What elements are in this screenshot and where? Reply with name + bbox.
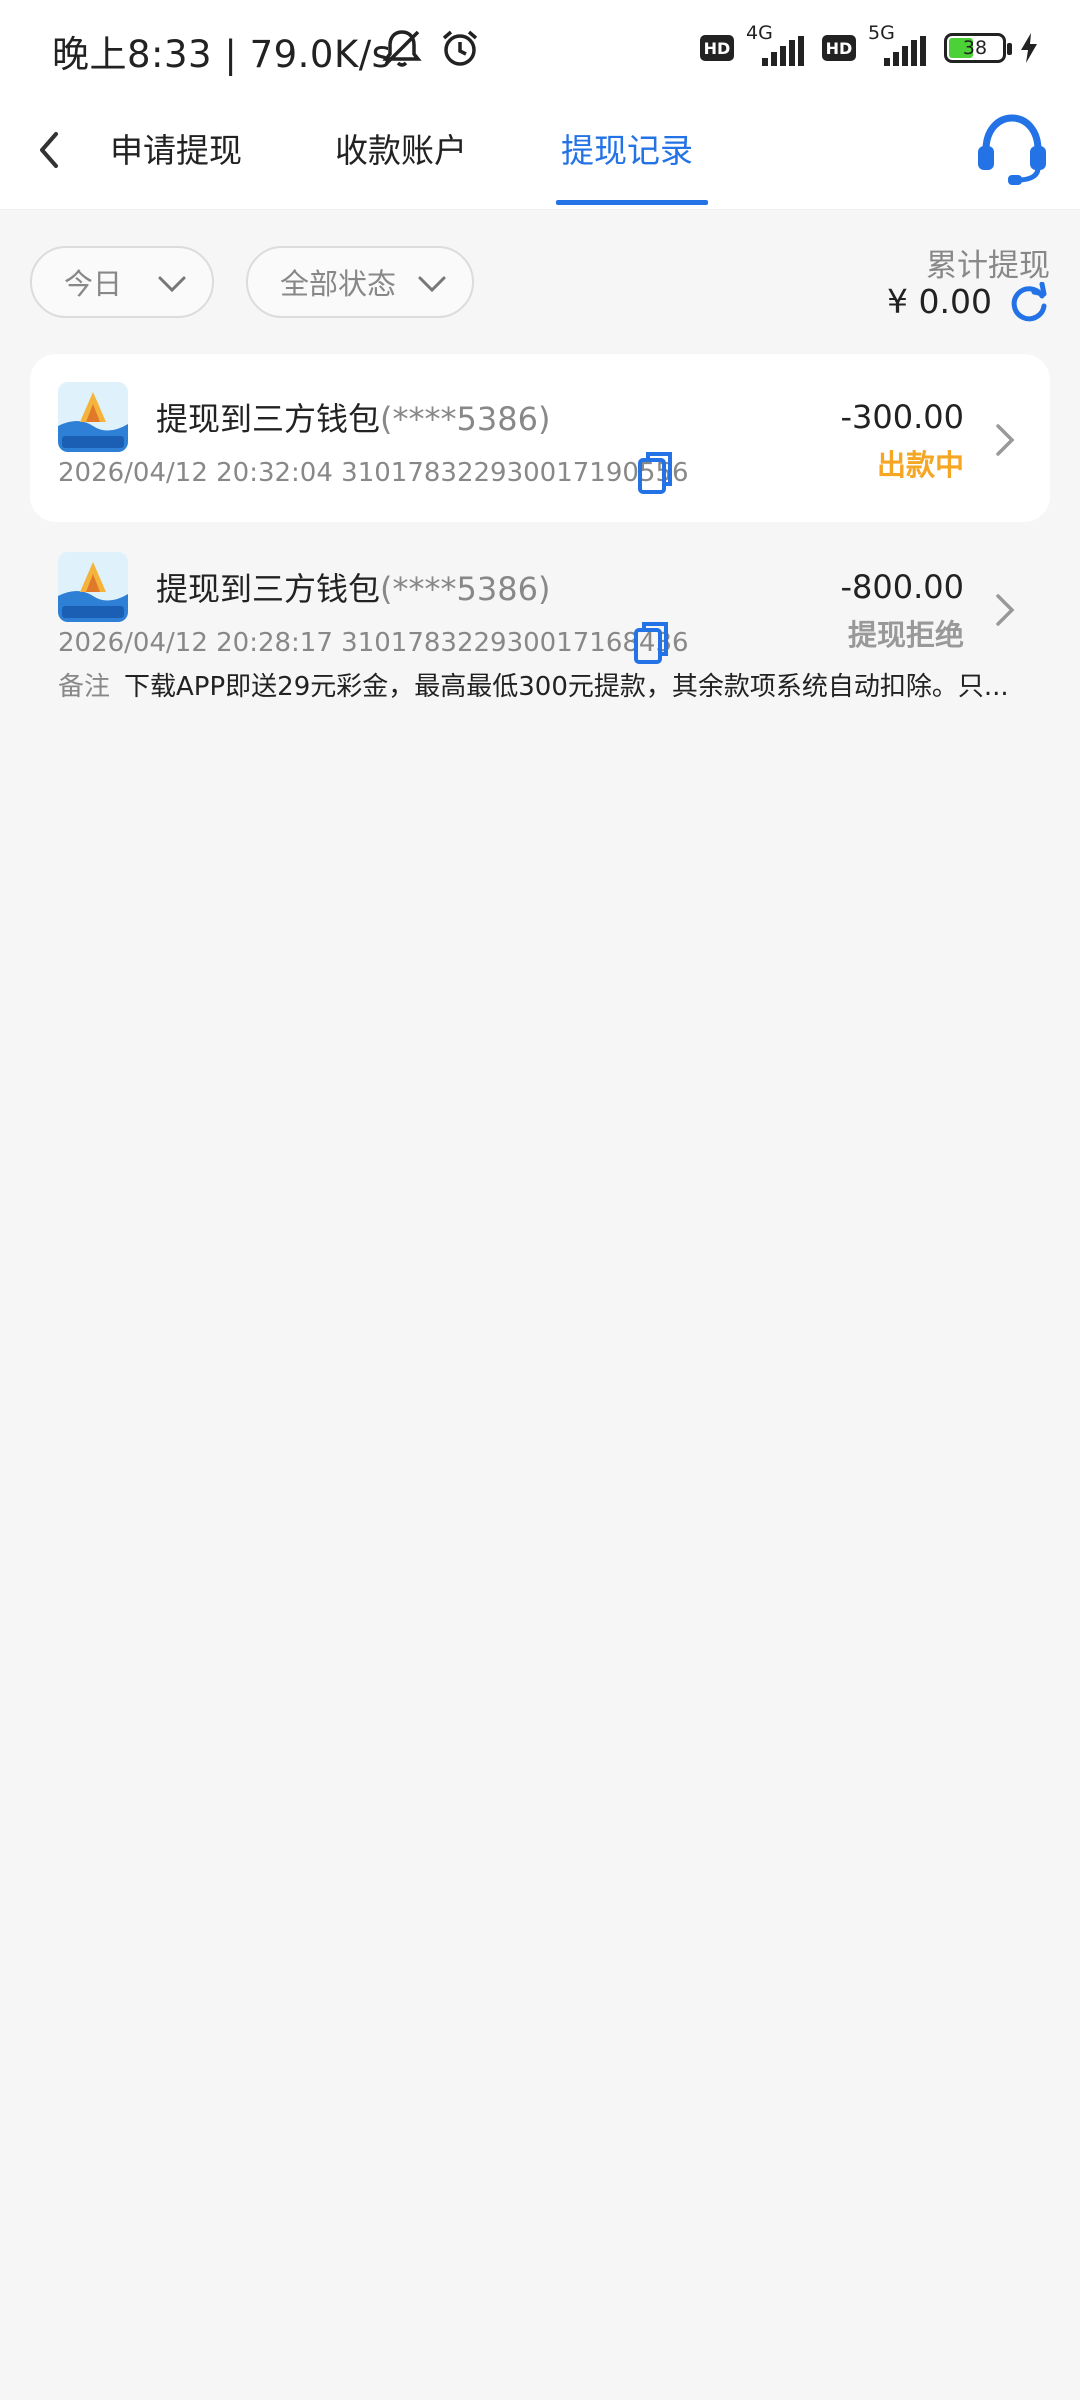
wallet-app-logo	[58, 552, 128, 622]
tab-withdraw-records[interactable]: 提现记录	[561, 124, 693, 172]
refresh-icon[interactable]	[1008, 282, 1050, 324]
chevron-right-icon	[996, 424, 1015, 456]
status-right-icons: HD 4G HD 5G 38	[700, 22, 1040, 68]
record-title: 提现到三方钱包(****5386)	[156, 570, 551, 608]
chevron-down-icon	[158, 276, 186, 293]
record-amount: -800.00	[840, 568, 964, 606]
tab-receiving-account[interactable]: 收款账户	[335, 124, 467, 172]
tab-apply-withdraw[interactable]: 申请提现	[110, 124, 242, 172]
customer-service-headset-icon[interactable]	[972, 108, 1052, 188]
remark-text: 下载APP即送29元彩金，最高最低300元提款，其余款项系统自动扣除。只...	[124, 672, 1009, 702]
top-nav: 申请提现 收款账户 提现记录	[0, 100, 1080, 210]
record-time-and-id: 2026/04/12 20:32:04 31017832293001719055…	[58, 458, 689, 488]
withdraw-record-2[interactable]: 提现到三方钱包(****5386) 2026/04/12 20:28:17 31…	[30, 524, 1050, 714]
status-left-icons	[380, 26, 482, 70]
signal-5g-icon: 5G	[868, 22, 932, 68]
hd-badge-2: HD	[822, 35, 856, 61]
charging-bolt-icon	[1021, 33, 1037, 63]
copy-icon[interactable]	[632, 620, 672, 666]
record-status: 提现拒绝	[847, 618, 964, 652]
record-title: 提现到三方钱包(****5386)	[156, 400, 551, 438]
record-remark: 备注 下载APP即送29元彩金，最高最低300元提款，其余款项系统自动扣除。只..…	[58, 666, 1018, 703]
battery-icon: 38	[944, 33, 1012, 63]
alarm-clock-icon	[442, 30, 478, 66]
total-withdraw-label: 累计提现	[926, 248, 1050, 284]
back-arrow-icon[interactable]	[20, 120, 80, 180]
remark-label: 备注	[58, 672, 111, 702]
record-time-and-id: 2026/04/12 20:28:17 31017832293001716843…	[58, 628, 689, 658]
wallet-app-logo	[58, 382, 128, 452]
status-bar: 晚上8:33 | 79.0K/s HD 4G HD 5G 38	[0, 0, 1080, 100]
copy-icon[interactable]	[636, 450, 676, 496]
chevron-right-icon	[996, 594, 1015, 626]
mute-bell-icon	[382, 30, 422, 67]
record-status: 出款中	[876, 448, 964, 482]
signal-4g-icon: 4G	[746, 22, 810, 68]
date-filter-dropdown[interactable]: 今日	[30, 246, 214, 318]
total-withdraw-amount: ¥ 0.00	[887, 282, 992, 321]
chevron-down-icon	[418, 276, 446, 293]
status-time: 晚上8:33 | 79.0K/s	[52, 33, 392, 76]
account-mask: (****5386)	[380, 570, 551, 608]
active-tab-indicator	[556, 200, 708, 205]
status-filter-dropdown[interactable]: 全部状态	[246, 246, 474, 318]
account-mask: (****5386)	[380, 400, 551, 438]
hd-badge: HD	[700, 35, 734, 61]
record-amount: -300.00	[840, 398, 964, 436]
withdraw-record-1[interactable]: 提现到三方钱包(****5386) 2026/04/12 20:32:04 31…	[30, 354, 1050, 522]
